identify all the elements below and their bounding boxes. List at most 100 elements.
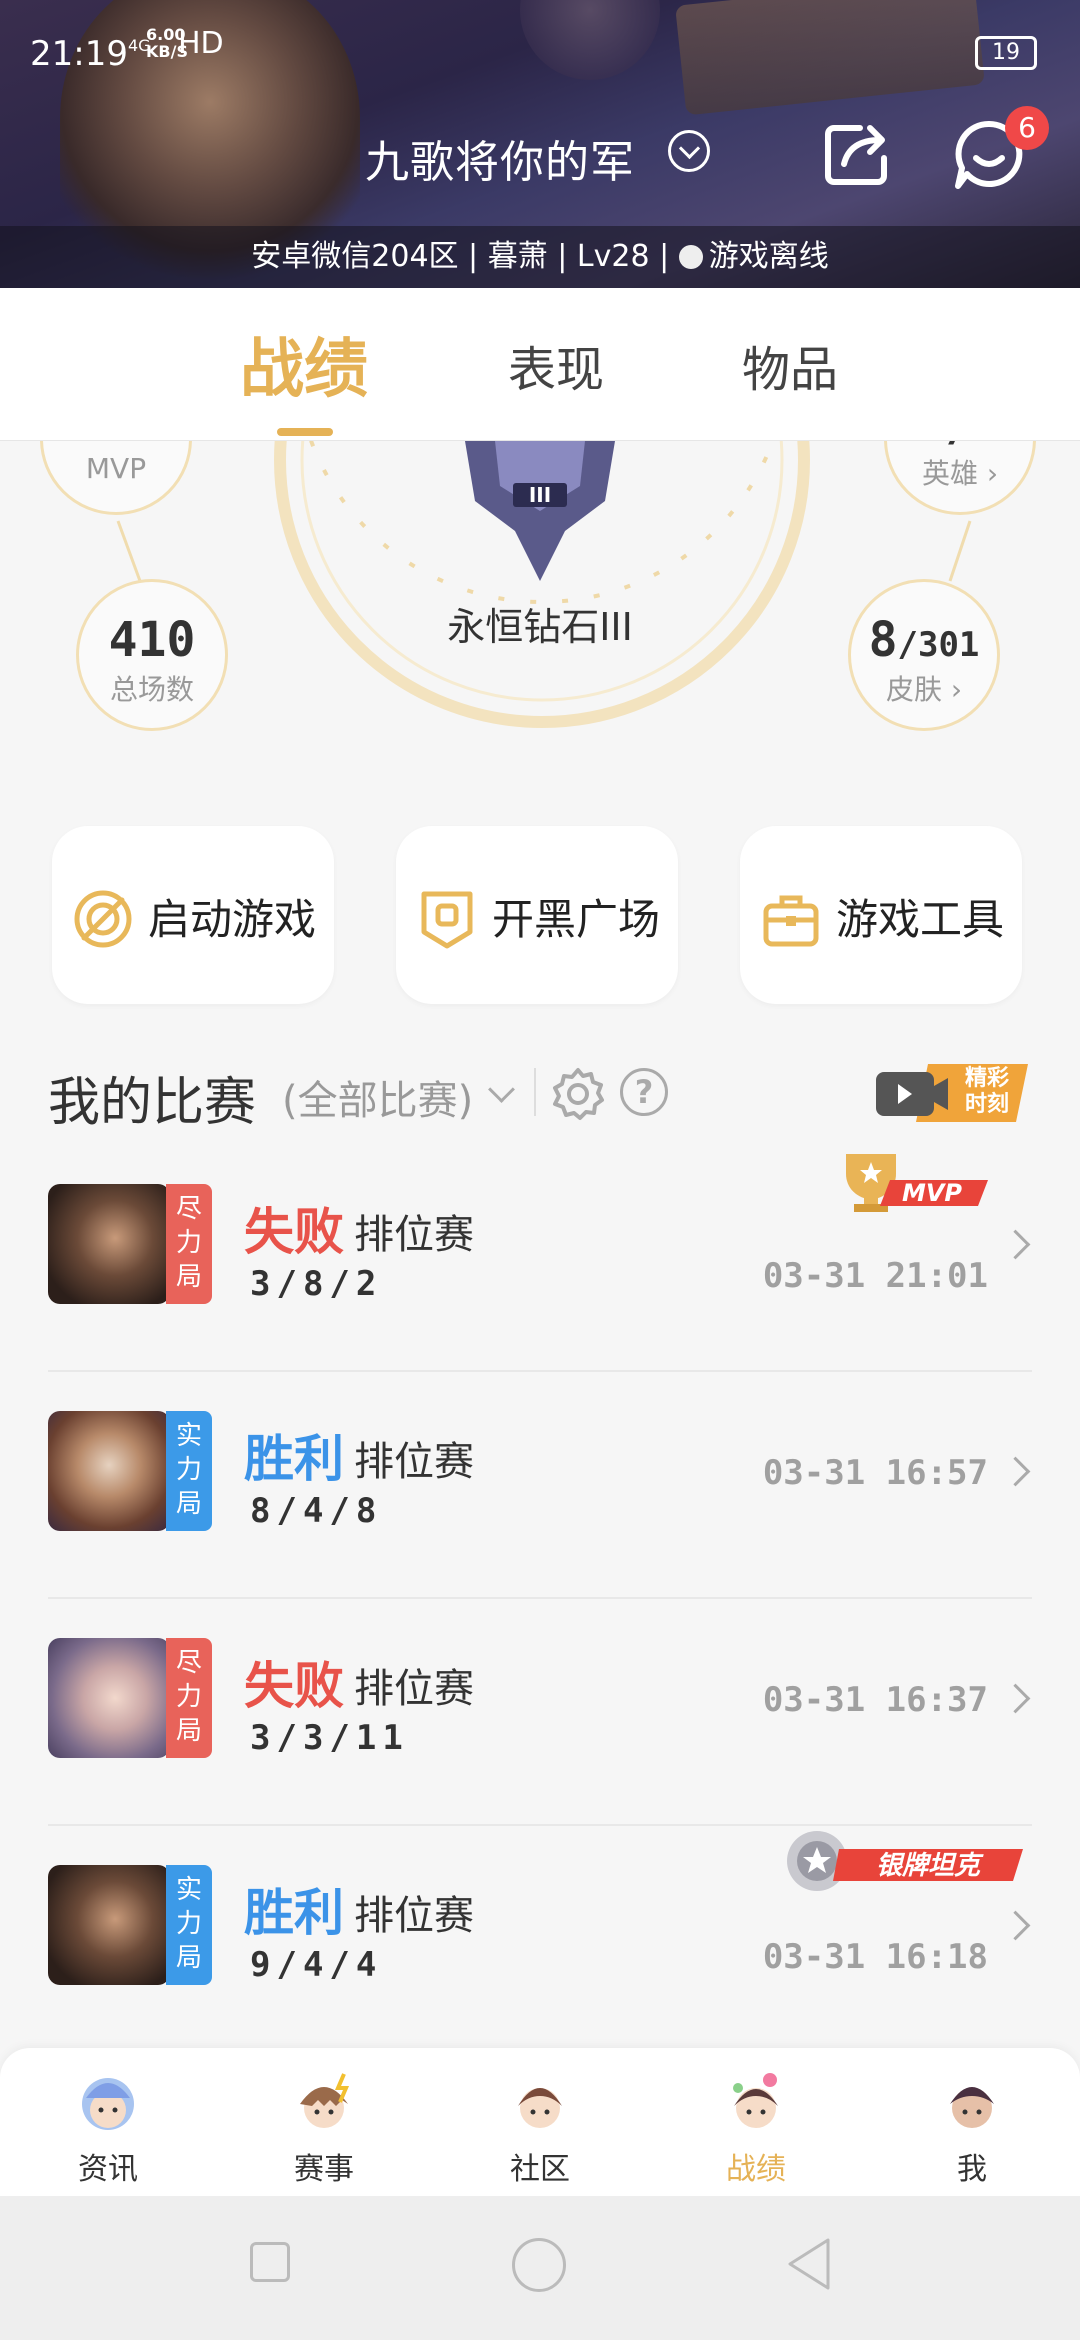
me-avatar-icon — [950, 2087, 994, 2128]
chevron-right-icon: › — [977, 457, 999, 490]
stat-heroes-value: 21/77 — [887, 441, 1033, 452]
chevron-right-icon: › — [941, 673, 963, 706]
player-name[interactable]: 九歌将你的军 — [365, 126, 635, 190]
nav-record[interactable]: 战绩 — [686, 2064, 826, 2188]
hero-avatar — [48, 1865, 170, 1985]
chevron-right-icon — [1000, 1910, 1031, 1941]
match-type: 排位赛 — [354, 1439, 474, 1485]
battery-level: 19 — [992, 40, 1020, 65]
mode-tag: 尽 力 局 — [166, 1184, 212, 1304]
nav-events-label: 赛事 — [294, 2152, 354, 2187]
stat-heroes-label: 英雄 — [921, 457, 978, 490]
share-icon[interactable] — [820, 118, 892, 190]
match-type: 排位赛 — [354, 1666, 474, 1712]
nav-events[interactable]: 赛事 — [254, 2064, 394, 2188]
stat-skins-value: 8 — [868, 612, 898, 668]
matches-title: 我的比赛 — [48, 1073, 257, 1133]
game-tools-label: 游戏工具 — [836, 895, 1005, 944]
back-icon[interactable] — [784, 2236, 834, 2292]
tab-record[interactable]: 战绩 — [240, 318, 368, 410]
mode-tag: 实 力 局 — [166, 1411, 212, 1531]
squad-plaza-button[interactable]: 开黑广场 — [396, 826, 678, 1004]
match-time: 03-31 16:18 — [762, 1937, 988, 1977]
nav-news[interactable]: 资讯 — [38, 2064, 178, 2188]
notification-badge: 6 — [1005, 106, 1049, 150]
tab-items[interactable]: 物品 — [742, 330, 838, 400]
match-type: 排位赛 — [354, 1212, 474, 1258]
hero-avatar — [48, 1638, 170, 1758]
gear-icon[interactable] — [550, 1066, 606, 1122]
chevron-right-icon — [1000, 1456, 1031, 1487]
stat-skins-label: 皮肤 — [885, 673, 942, 706]
help-icon[interactable]: ? — [620, 1068, 668, 1116]
record-avatar-icon — [733, 2073, 778, 2128]
match-row[interactable]: 尽 力 局 失败 排位赛 3/3/11 03-31 16:37 — [48, 1598, 1032, 1826]
stat-total-games: 410 总场数 — [76, 579, 228, 731]
online-status: 游戏离线 — [708, 239, 829, 274]
match-result: 胜利 — [244, 1430, 344, 1488]
matches-filter-dropdown[interactable]: (全部比赛) — [282, 1068, 473, 1126]
game-launch-icon — [74, 890, 132, 948]
match-row[interactable]: 尽 力 局 失败 排位赛 3/8/2 MVP 03-31 21:01 — [48, 1144, 1032, 1372]
highlights-label: 精彩 时刻 — [964, 1066, 1009, 1117]
nav-community[interactable]: 社区 — [470, 2064, 610, 2188]
hero-avatar — [48, 1184, 170, 1304]
match-kda: 3/8/2 — [250, 1264, 383, 1304]
tab-active-indicator — [277, 428, 333, 436]
emblem-artwork — [520, 0, 660, 80]
offline-dot-icon — [678, 245, 703, 269]
hd-indicator: HD — [178, 26, 224, 61]
tab-bar: 战绩 表现 物品 — [0, 288, 1080, 441]
match-result: 胜利 — [244, 1884, 344, 1942]
chevron-down-icon[interactable] — [488, 1076, 515, 1103]
match-time: 03-31 21:01 — [762, 1256, 988, 1296]
status-time: 21:19 — [30, 34, 128, 74]
match-kda: 8/4/8 — [250, 1491, 383, 1531]
tab-performance[interactable]: 表现 — [508, 330, 604, 400]
stats-area: III 120 MVP 21/77 英雄 › 410 总场数 8/301 皮肤 … — [0, 441, 1080, 791]
stat-mvp-value: 120 — [43, 441, 189, 452]
match-result: 失败 — [244, 1203, 344, 1261]
nav-community-label: 社区 — [510, 2152, 570, 2187]
match-time: 03-31 16:57 — [762, 1453, 988, 1493]
shield-square-icon — [421, 891, 473, 949]
stat-total-games-label: 总场数 — [109, 673, 194, 706]
launch-game-button[interactable]: 启动游戏 — [52, 826, 334, 1004]
battery-icon: 19 — [975, 36, 1037, 70]
match-kda: 3/3/11 — [250, 1718, 409, 1758]
mvp-trophy-icon: MVP — [846, 1154, 988, 1212]
highlights-button[interactable]: 精彩 时刻 — [876, 1062, 1028, 1124]
nav-me[interactable]: 我 — [902, 2064, 1042, 2188]
account-switch-chevron-icon[interactable] — [668, 130, 710, 172]
account-info-bar: 安卓微信204区 | 暮萧 | Lv28 | 游戏离线 — [0, 226, 1080, 288]
toolbox-icon — [763, 895, 819, 947]
community-avatar-icon — [518, 2088, 562, 2128]
recent-apps-icon[interactable] — [250, 2242, 290, 2282]
match-result: 失败 — [244, 1657, 344, 1715]
nav-me-label: 我 — [957, 2152, 987, 2187]
match-time: 03-31 16:37 — [762, 1680, 988, 1720]
squad-plaza-label: 开黑广场 — [492, 895, 661, 944]
mode-tag: 实 力 局 — [166, 1865, 212, 1985]
silver-medal-icon: 银牌坦克 — [787, 1831, 1023, 1891]
award-label: 银牌坦克 — [876, 1851, 984, 1881]
nav-news-label: 资讯 — [78, 2152, 138, 2187]
system-navigation-bar — [0, 2196, 1080, 2340]
hero-avatar — [48, 1411, 170, 1531]
game-tools-button[interactable]: 游戏工具 — [740, 826, 1022, 1004]
stat-skins[interactable]: 8/301 皮肤 › — [848, 579, 1000, 731]
rank-label: 永恒钻石III — [447, 605, 633, 649]
launch-game-label: 启动游戏 — [148, 895, 317, 944]
news-avatar-icon — [82, 2078, 134, 2130]
mode-tag: 尽 力 局 — [166, 1638, 212, 1758]
stat-skins-total: /301 — [897, 625, 980, 665]
chevron-right-icon — [1000, 1229, 1031, 1260]
chevron-right-icon — [1000, 1683, 1031, 1714]
events-avatar-icon — [300, 2073, 350, 2128]
match-row[interactable]: 实 力 局 胜利 排位赛 8/4/8 03-31 16:57 — [48, 1371, 1032, 1599]
nav-record-label: 战绩 — [726, 2152, 786, 2187]
home-icon[interactable] — [512, 2238, 566, 2292]
sign-artwork — [675, 0, 985, 116]
match-row[interactable]: 实 力 局 胜利 排位赛 9/4/4 银牌坦克 03-31 16:18 — [48, 1825, 1032, 2051]
rank-badge-icon: III — [465, 441, 615, 581]
